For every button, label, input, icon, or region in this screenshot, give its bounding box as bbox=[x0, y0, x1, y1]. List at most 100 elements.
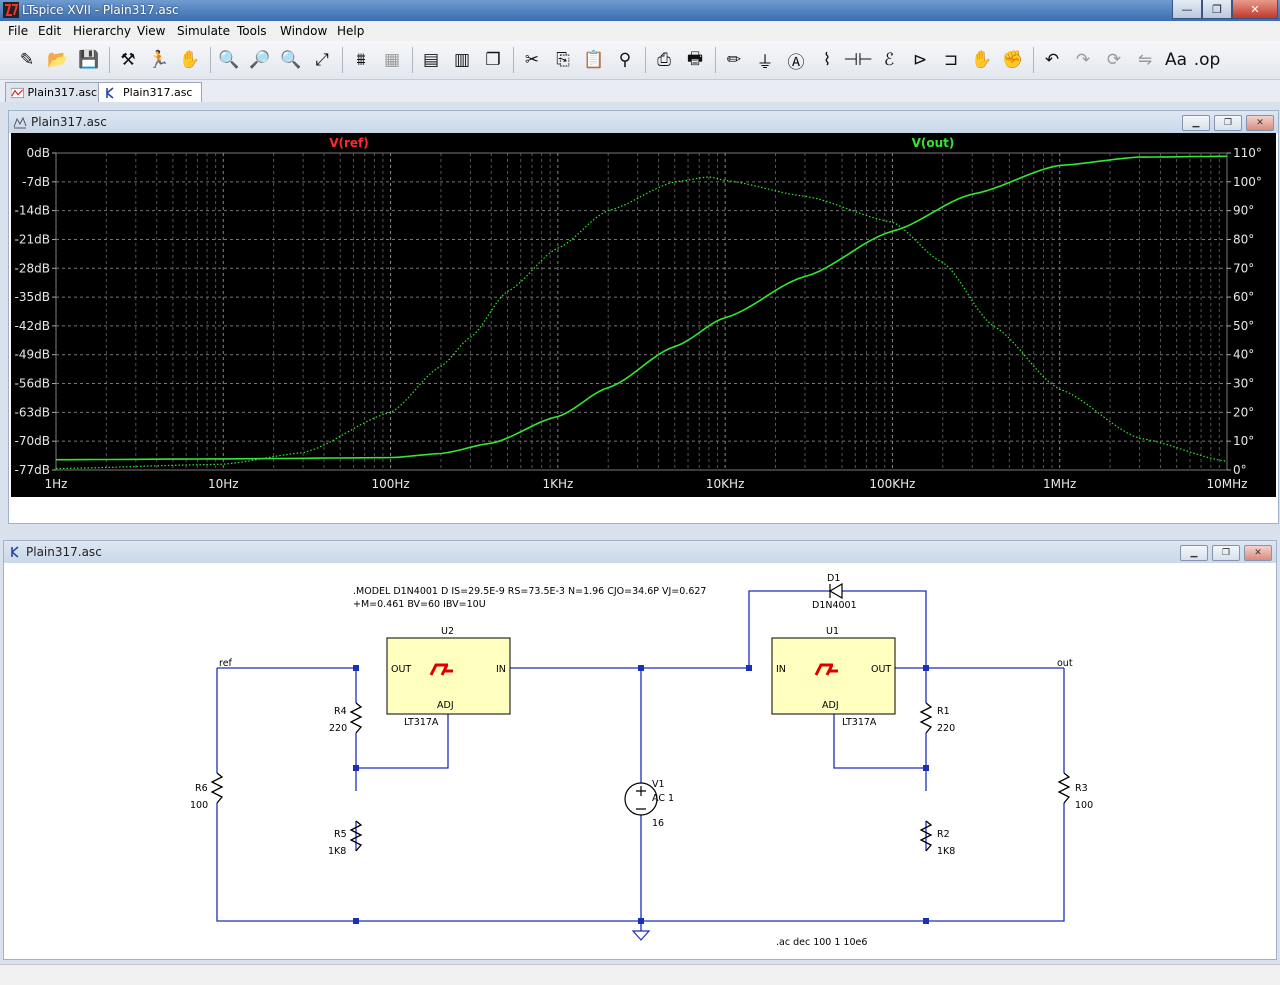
u1-part: LT317A bbox=[842, 717, 877, 728]
resistor-icon[interactable]: ⌇ bbox=[814, 48, 840, 72]
trace-label-vref[interactable]: V(ref) bbox=[329, 136, 369, 150]
u2-part: LT317A bbox=[404, 717, 439, 728]
zoom-fit-icon[interactable]: ⤢ bbox=[309, 48, 335, 72]
trace-vout-phase[interactable] bbox=[55, 176, 1228, 470]
diode-d1[interactable] bbox=[828, 582, 843, 600]
control-panel-icon[interactable]: ⚒ bbox=[115, 48, 141, 72]
print-setup-icon[interactable]: ⎙ bbox=[651, 48, 677, 72]
resistor-r6 bbox=[210, 772, 224, 804]
x-tick-label: 100Hz bbox=[371, 477, 409, 491]
tile-horizontal-icon[interactable]: ▤ bbox=[418, 48, 444, 72]
net-label-ref[interactable]: ref bbox=[219, 658, 233, 669]
waveform-window-header: Plain317.asc ▁ ❐ ✕ bbox=[9, 111, 1278, 133]
run-icon[interactable]: 🏃 bbox=[146, 48, 172, 72]
plot-grid bbox=[55, 152, 1228, 471]
waveform-close-button[interactable]: ✕ bbox=[1246, 115, 1274, 131]
schematic-drawing[interactable]: .MODEL D1N4001 D IS=29.5E-9 RS=73.5E-3 N… bbox=[6, 563, 1271, 953]
label-net-icon[interactable]: Ⓐ bbox=[783, 48, 809, 73]
plot-pane[interactable]: 0dB -7dB -14dB -21dB -28dB -35dB -42dB -49dB -56… bbox=[11, 133, 1276, 497]
autorange-icon[interactable]: ⩩ bbox=[348, 48, 374, 72]
r3-ref: R3 bbox=[1075, 783, 1088, 794]
tab-waveform[interactable]: Plain317.asc bbox=[5, 82, 103, 102]
draw-wire-icon[interactable]: ✏ bbox=[721, 48, 747, 72]
minimize-button[interactable]: — bbox=[1172, 0, 1202, 19]
menu-help[interactable]: Help bbox=[337, 24, 364, 38]
menu-view[interactable]: View bbox=[137, 24, 165, 38]
paste-icon[interactable]: 📋 bbox=[581, 48, 607, 72]
wires[interactable] bbox=[216, 590, 1065, 931]
diode-icon[interactable]: ⊳ bbox=[907, 48, 933, 72]
rotate-icon[interactable]: ⟳ bbox=[1101, 48, 1127, 72]
redo-icon[interactable]: ↷ bbox=[1070, 48, 1096, 72]
u1-adj-pin: ADJ bbox=[822, 700, 839, 711]
close-button[interactable]: ✕ bbox=[1232, 0, 1278, 19]
net-label-out[interactable]: out bbox=[1057, 658, 1073, 669]
inductor-icon[interactable]: ℰ bbox=[876, 48, 902, 72]
cascade-icon[interactable]: ❐ bbox=[480, 48, 506, 72]
ground-symbol[interactable] bbox=[631, 930, 651, 941]
move-icon[interactable]: ✋ bbox=[969, 48, 995, 72]
mirror-icon[interactable]: ⇋ bbox=[1132, 48, 1158, 72]
model-directive-line2[interactable]: +M=0.461 BV=60 IBV=10U bbox=[353, 599, 486, 610]
tab-schematic[interactable]: Plain317.asc bbox=[98, 82, 202, 102]
r2-value: 1K8 bbox=[937, 846, 955, 857]
schematic-window: Plain317.asc ▁ ❐ ✕ .MODEL D1N4001 D IS=2… bbox=[3, 540, 1277, 960]
ltspice-app-icon[interactable] bbox=[3, 2, 19, 18]
v1-ac: AC 1 bbox=[652, 793, 674, 804]
schematic-canvas[interactable]: .MODEL D1N4001 D IS=29.5E-9 RS=73.5E-3 N… bbox=[6, 563, 1271, 953]
trace-vout-magnitude[interactable] bbox=[56, 155, 1227, 461]
spice-directive-icon[interactable]: .op bbox=[1194, 48, 1221, 72]
bode-plot[interactable]: 0dB -7dB -14dB -21dB -28dB -35dB -42dB -49dB -56… bbox=[11, 133, 1276, 497]
schematic-window-title: Plain317.asc bbox=[26, 545, 102, 559]
grid-icon[interactable]: ▦ bbox=[379, 48, 405, 72]
zoom-out-icon[interactable]: 🔍 bbox=[278, 48, 304, 72]
ground-icon[interactable]: ⏚ bbox=[752, 48, 778, 73]
schematic-minimize-button[interactable]: ▁ bbox=[1180, 545, 1208, 561]
y-tick-label-right: 10° bbox=[1233, 434, 1254, 448]
trace-label-vout[interactable]: V(out) bbox=[912, 136, 955, 150]
menu-window[interactable]: Window bbox=[280, 24, 327, 38]
new-schematic-icon[interactable]: ✎ bbox=[14, 48, 40, 72]
menu-hierarchy[interactable]: Hierarchy bbox=[73, 24, 131, 38]
r1-ref: R1 bbox=[937, 706, 950, 717]
r2-ref: R2 bbox=[937, 829, 950, 840]
ac-directive[interactable]: .ac dec 100 1 10e6 bbox=[776, 937, 867, 948]
plot-ticks: 0dB -7dB -14dB -21dB -28dB -35dB -42dB -49dB -56… bbox=[15, 146, 1262, 491]
menu-simulate[interactable]: Simulate bbox=[177, 24, 230, 38]
r5-ref: R5 bbox=[334, 829, 347, 840]
menu-edit[interactable]: Edit bbox=[38, 24, 61, 38]
y-tick-label-right: 30° bbox=[1233, 377, 1254, 391]
maximize-button[interactable]: ❐ bbox=[1202, 0, 1232, 19]
schematic-close-button[interactable]: ✕ bbox=[1244, 545, 1272, 561]
print-icon[interactable]: 🖶 bbox=[682, 48, 708, 72]
waveform-restore-button[interactable]: ❐ bbox=[1214, 115, 1242, 131]
tile-vertical-icon[interactable]: ▥ bbox=[449, 48, 475, 72]
cut-icon[interactable]: ✂ bbox=[519, 48, 545, 72]
window-title: LTspice XVII - Plain317.asc bbox=[22, 3, 179, 17]
waveform-minimize-button[interactable]: ▁ bbox=[1182, 115, 1210, 131]
model-directive-line1[interactable]: .MODEL D1N4001 D IS=29.5E-9 RS=73.5E-3 N… bbox=[353, 586, 706, 597]
menu-file[interactable]: File bbox=[8, 24, 28, 38]
save-icon[interactable]: 💾 bbox=[76, 48, 102, 72]
r1-value: 220 bbox=[937, 723, 955, 734]
resistor-r1 bbox=[919, 702, 933, 734]
text-icon[interactable]: Aa bbox=[1163, 48, 1189, 72]
waveform-window-title: Plain317.asc bbox=[31, 115, 107, 129]
u2-adj-pin: ADJ bbox=[437, 700, 454, 711]
drag-icon[interactable]: ✊ bbox=[1000, 48, 1026, 72]
toolbar-separator bbox=[342, 47, 343, 73]
y-tick-label-right: 70° bbox=[1233, 261, 1254, 275]
y-tick-label-left: -35dB bbox=[15, 290, 50, 304]
halt-icon[interactable]: ✋ bbox=[177, 48, 203, 72]
find-icon[interactable]: ⚲ bbox=[612, 48, 638, 72]
toolbar: ✎ 📂 💾 ⚒ 🏃 ✋ 🔍 🔎 🔍 ⤢ ⩩ ▦ ▤ ▥ ❐ ✂ ⎘ 📋 ⚲ ⎙ 🖶 ✏ ⏚ Ⓐ ⌇ ⊣⊢ ℰ ⊳ ⊐ ✋ ✊ ↶ ↷ ⟳ ⇋ Aa .o… bbox=[0, 41, 1280, 80]
menu-tools[interactable]: Tools bbox=[237, 24, 267, 38]
component-icon[interactable]: ⊐ bbox=[938, 48, 964, 72]
zoom-pan-icon[interactable]: 🔎 bbox=[247, 48, 273, 72]
open-icon[interactable]: 📂 bbox=[45, 48, 71, 72]
undo-icon[interactable]: ↶ bbox=[1039, 48, 1065, 72]
capacitor-icon[interactable]: ⊣⊢ bbox=[843, 48, 873, 72]
schematic-restore-button[interactable]: ❐ bbox=[1212, 545, 1240, 561]
copy-icon[interactable]: ⎘ bbox=[550, 48, 576, 72]
zoom-in-icon[interactable]: 🔍 bbox=[216, 48, 242, 72]
